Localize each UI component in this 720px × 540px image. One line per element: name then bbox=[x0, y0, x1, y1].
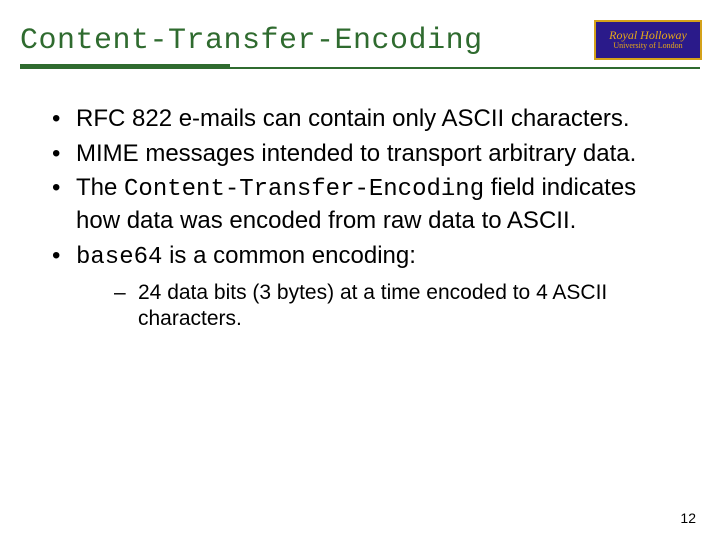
page-number: 12 bbox=[680, 510, 696, 526]
slide-content: RFC 822 e-mails can contain only ASCII c… bbox=[0, 82, 720, 332]
sub-bullet-text: 24 data bits (3 bytes) at a time encoded… bbox=[138, 281, 607, 330]
slide-header: Content-Transfer-Encoding Royal Holloway… bbox=[0, 0, 720, 82]
institution-logo: Royal Holloway University of London bbox=[594, 20, 702, 60]
bullet-item: RFC 822 e-mails can contain only ASCII c… bbox=[48, 104, 680, 135]
sub-bullet-list: 24 data bits (3 bytes) at a time encoded… bbox=[114, 280, 680, 333]
logo-line2: University of London bbox=[613, 41, 682, 51]
bullet-text: is a common encoding: bbox=[162, 242, 415, 269]
bullet-text: The bbox=[76, 174, 124, 201]
bullet-item: base64 is a common encoding: 24 data bit… bbox=[48, 241, 680, 332]
title-underline bbox=[20, 64, 700, 74]
code-text: base64 bbox=[76, 244, 162, 271]
sub-bullet-item: 24 data bits (3 bytes) at a time encoded… bbox=[114, 280, 680, 333]
bullet-item: The Content-Transfer-Encoding field indi… bbox=[48, 173, 680, 236]
bullet-list: RFC 822 e-mails can contain only ASCII c… bbox=[48, 104, 680, 332]
bullet-text: MIME messages intended to transport arbi… bbox=[76, 140, 636, 167]
underline-full bbox=[20, 67, 700, 69]
logo-line1: Royal Holloway bbox=[609, 29, 687, 41]
bullet-item: MIME messages intended to transport arbi… bbox=[48, 139, 680, 170]
code-text: Content-Transfer-Encoding bbox=[124, 176, 484, 203]
bullet-text: RFC 822 e-mails can contain only ASCII c… bbox=[76, 105, 630, 132]
